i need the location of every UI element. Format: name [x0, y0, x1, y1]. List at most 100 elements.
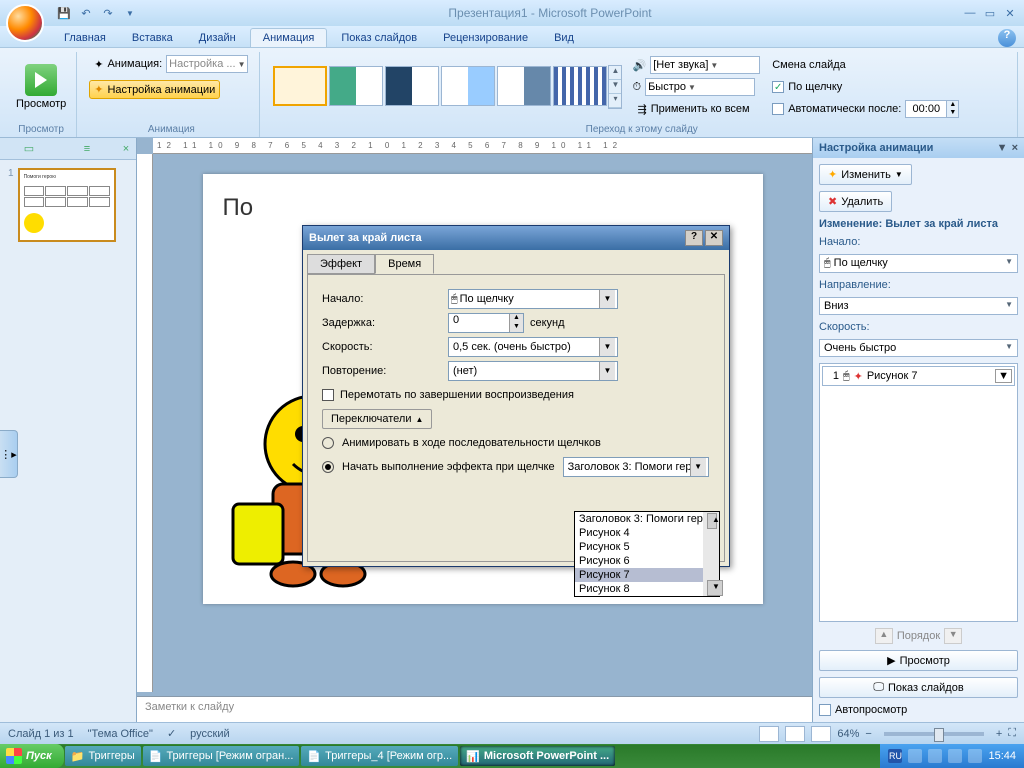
- zoom-in-button[interactable]: +: [996, 728, 1002, 740]
- zoom-slider[interactable]: [884, 732, 984, 736]
- trigger-option[interactable]: Рисунок 4: [575, 526, 719, 540]
- clock[interactable]: 15:44: [988, 750, 1016, 762]
- apply-all-button[interactable]: ⇶Применить ко всем: [632, 99, 760, 119]
- speed-combo[interactable]: Очень быстро▼: [819, 339, 1018, 357]
- taskbar-item-active[interactable]: 📊Microsoft PowerPoint ...: [460, 746, 615, 766]
- trigger-click-radio[interactable]: [322, 461, 334, 473]
- trigger-option[interactable]: Рисунок 6: [575, 554, 719, 568]
- trigger-object-combo[interactable]: Заголовок 3: Помоги геро▼: [563, 457, 709, 477]
- preview-button[interactable]: Просмотр: [12, 62, 70, 112]
- custom-animation-button[interactable]: ✦ Настройка анимации: [89, 80, 220, 99]
- move-down-button[interactable]: ▼: [944, 628, 962, 644]
- slideshow-button[interactable]: 🖵Показ слайдов: [819, 677, 1018, 698]
- reorder-controls: ▲ Порядок ▼: [819, 628, 1018, 644]
- close-pane-icon[interactable]: ×: [116, 138, 136, 159]
- slides-tab[interactable]: ▭: [0, 138, 58, 159]
- tab-timing[interactable]: Время: [375, 254, 434, 274]
- scroll-down-icon[interactable]: ▼: [707, 580, 723, 596]
- minimize-button[interactable]: —: [960, 3, 980, 23]
- redo-icon[interactable]: ↷: [98, 3, 118, 23]
- transition-gallery[interactable]: ▲▼▾: [272, 65, 622, 109]
- transition-item[interactable]: [497, 66, 551, 106]
- tab-design[interactable]: Дизайн: [187, 29, 248, 47]
- outline-tab[interactable]: ≡: [58, 138, 116, 159]
- tab-insert[interactable]: Вставка: [120, 29, 185, 47]
- start-combo[interactable]: 🖱 По щелчку▼: [819, 254, 1018, 273]
- notes-pane[interactable]: Заметки к слайду: [137, 696, 812, 722]
- triggers-button[interactable]: Переключатели ▲: [322, 409, 432, 429]
- animation-combo[interactable]: ✦ Анимация: Настройка ...▼: [89, 52, 253, 76]
- language-indicator[interactable]: русский: [190, 728, 229, 740]
- sound-combo[interactable]: [Нет звука]▼: [650, 56, 760, 74]
- tab-home[interactable]: Главная: [52, 29, 118, 47]
- tray-icon[interactable]: [908, 749, 922, 763]
- statusbar: Слайд 1 из 1 "Тема Office" ✓ русский 64%…: [0, 722, 1024, 744]
- tab-animation[interactable]: Анимация: [250, 28, 328, 47]
- help-icon[interactable]: ?: [998, 29, 1016, 47]
- fit-button[interactable]: ⛶: [1008, 727, 1016, 740]
- rewind-checkbox[interactable]: [322, 389, 334, 401]
- taskbar-item[interactable]: 📄Триггеры_4 [Режим огр...: [301, 746, 458, 766]
- spellcheck-icon[interactable]: ✓: [167, 727, 176, 740]
- play-button[interactable]: ▶Просмотр: [819, 650, 1018, 671]
- gallery-up-icon[interactable]: ▲: [609, 66, 621, 80]
- direction-combo[interactable]: Вниз▼: [819, 297, 1018, 315]
- lang-indicator[interactable]: RU: [888, 749, 902, 763]
- trigger-option[interactable]: Рисунок 8: [575, 582, 719, 596]
- effect-list[interactable]: 1 🖱 ✦ Рисунок 7 ▼: [819, 363, 1018, 622]
- start-button[interactable]: Пуск: [0, 744, 64, 768]
- zoom-level[interactable]: 64%: [837, 728, 859, 740]
- office-button[interactable]: [6, 4, 44, 42]
- animate-sequence-radio[interactable]: [322, 437, 334, 449]
- tray-icon[interactable]: [948, 749, 962, 763]
- tab-view[interactable]: Вид: [542, 29, 586, 47]
- move-up-button[interactable]: ▲: [875, 628, 893, 644]
- maximize-button[interactable]: ▭: [980, 3, 1000, 23]
- tab-review[interactable]: Рецензирование: [431, 29, 540, 47]
- autoafter-checkbox[interactable]: [772, 103, 784, 115]
- scroll-up-icon[interactable]: ▲: [707, 513, 717, 529]
- trigger-option[interactable]: Заголовок 3: Помоги геро: [575, 512, 719, 526]
- delete-effect-button[interactable]: ✖Удалить: [819, 191, 892, 212]
- dlg-repeat-combo[interactable]: (нет)▼: [448, 361, 618, 381]
- speed-combo[interactable]: Быстро▼: [645, 78, 755, 96]
- taskbar-item[interactable]: 📁Триггеры: [65, 746, 141, 766]
- change-effect-button[interactable]: ✦Изменить▼: [819, 164, 912, 185]
- save-icon[interactable]: 💾: [54, 3, 74, 23]
- autoafter-spinner[interactable]: ▲▼: [905, 100, 959, 118]
- tray-icon[interactable]: [968, 749, 982, 763]
- transition-none[interactable]: [273, 66, 327, 106]
- pane-close-icon[interactable]: ×: [1012, 142, 1018, 154]
- sorter-view-button[interactable]: [785, 726, 805, 742]
- slideshow-view-button[interactable]: [811, 726, 831, 742]
- taskbar-item[interactable]: 📄Триггеры [Режим огран...: [143, 746, 300, 766]
- dlg-speed-combo[interactable]: 0,5 сек. (очень быстро)▼: [448, 337, 618, 357]
- dlg-delay-spinner[interactable]: 0▲▼: [448, 313, 524, 333]
- gallery-down-icon[interactable]: ▼: [609, 80, 621, 94]
- tray-icon[interactable]: [928, 749, 942, 763]
- transition-item[interactable]: [441, 66, 495, 106]
- slide-thumbnail[interactable]: Помоги герою: [18, 168, 116, 242]
- tab-effect[interactable]: Эффект: [307, 254, 375, 274]
- transition-item[interactable]: [329, 66, 383, 106]
- normal-view-button[interactable]: [759, 726, 779, 742]
- dialog-close-button[interactable]: ✕: [705, 230, 723, 246]
- onclick-checkbox[interactable]: [772, 81, 784, 93]
- transition-item[interactable]: [385, 66, 439, 106]
- transition-item[interactable]: [553, 66, 607, 106]
- close-button[interactable]: ✕: [1000, 3, 1020, 23]
- effect-item[interactable]: 1 🖱 ✦ Рисунок 7 ▼: [822, 366, 1015, 386]
- dlg-start-combo[interactable]: 🖱По щелчку▼: [448, 289, 618, 309]
- undo-icon[interactable]: ↶: [76, 3, 96, 23]
- gallery-more-icon[interactable]: ▾: [609, 94, 621, 108]
- tab-slideshow[interactable]: Показ слайдов: [329, 29, 429, 47]
- pane-dropdown-icon[interactable]: ▼: [997, 142, 1008, 154]
- trigger-dropdown-list[interactable]: Заголовок 3: Помоги геро Рисунок 4 Рисун…: [574, 511, 720, 597]
- dialog-help-button[interactable]: ?: [685, 230, 703, 246]
- autopreview-checkbox[interactable]: [819, 704, 831, 716]
- trigger-option[interactable]: Рисунок 5: [575, 540, 719, 554]
- trigger-option-selected[interactable]: Рисунок 7: [575, 568, 719, 582]
- qat-more-icon[interactable]: ▼: [120, 3, 140, 23]
- expander-handle[interactable]: ⋮▸: [0, 430, 18, 478]
- zoom-out-button[interactable]: −: [865, 728, 871, 740]
